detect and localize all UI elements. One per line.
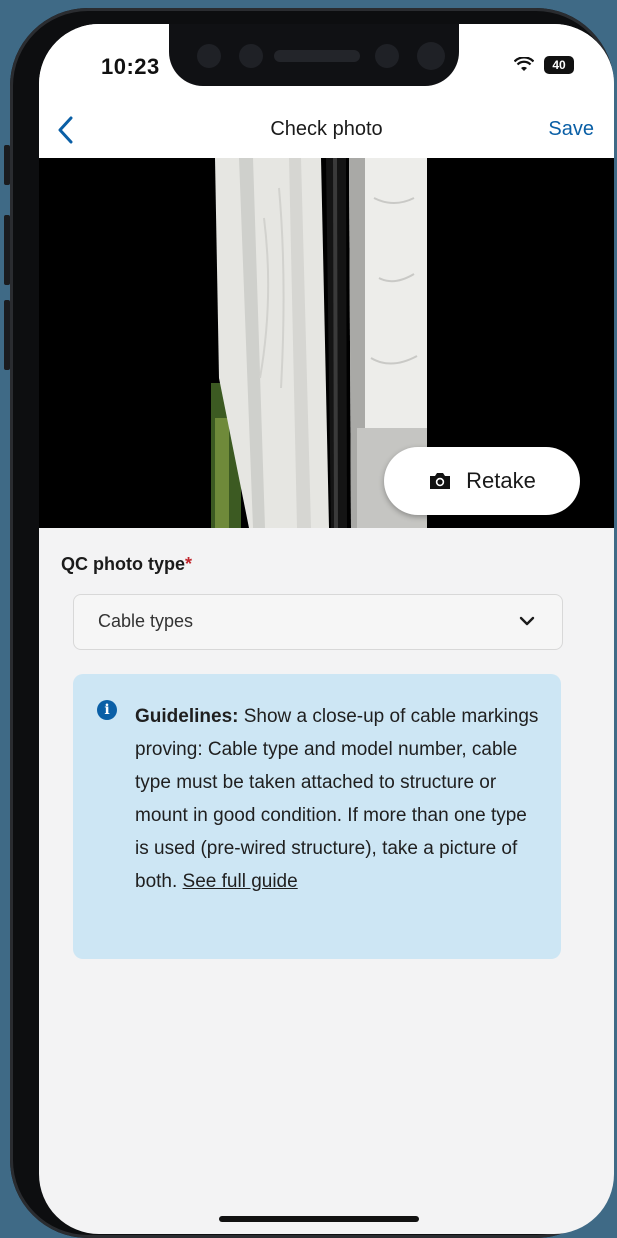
guidelines-body: Show a close-up of cable markings provin… — [135, 706, 539, 892]
retake-label: Retake — [466, 468, 536, 493]
side-button — [4, 215, 10, 285]
chevron-down-icon — [519, 616, 535, 626]
photo-type-label: QC photo type* — [61, 554, 192, 575]
camera-lens — [417, 42, 445, 70]
photo-type-label-text: QC photo type — [61, 554, 185, 574]
guidelines-panel: i Guidelines: Show a close-up of cable m… — [73, 674, 561, 959]
save-button[interactable]: Save — [548, 118, 594, 141]
retake-button[interactable]: Retake — [384, 447, 580, 515]
status-bar: 10:23 40 — [39, 24, 614, 106]
photo-type-select[interactable]: Cable types — [73, 594, 563, 650]
sensor-dot — [375, 44, 399, 68]
photo-type-selected-value: Cable types — [98, 611, 194, 631]
home-indicator[interactable] — [219, 1216, 419, 1222]
sensor-dot — [239, 44, 263, 68]
page-title: Check photo — [270, 118, 383, 140]
nav-bar: Check photo Save — [39, 106, 614, 158]
guidelines-text: Guidelines: Show a close-up of cable mar… — [135, 700, 545, 898]
side-button — [4, 145, 10, 185]
camera-icon — [430, 473, 451, 489]
speaker-grille — [274, 50, 360, 62]
screen: 10:23 40 Check photo Save Retake QC phot… — [39, 24, 614, 1234]
see-full-guide-link[interactable]: See full guide — [183, 871, 298, 892]
status-time: 10:23 — [101, 54, 160, 79]
sensor-dot — [197, 44, 221, 68]
notch — [169, 24, 459, 86]
guidelines-heading: Guidelines: — [135, 706, 239, 727]
required-marker: * — [185, 554, 193, 574]
status-icons: 40 — [514, 56, 574, 74]
info-icon: i — [97, 700, 117, 720]
wifi-icon — [514, 57, 534, 71]
battery-icon: 40 — [544, 56, 574, 74]
side-button — [4, 300, 10, 370]
